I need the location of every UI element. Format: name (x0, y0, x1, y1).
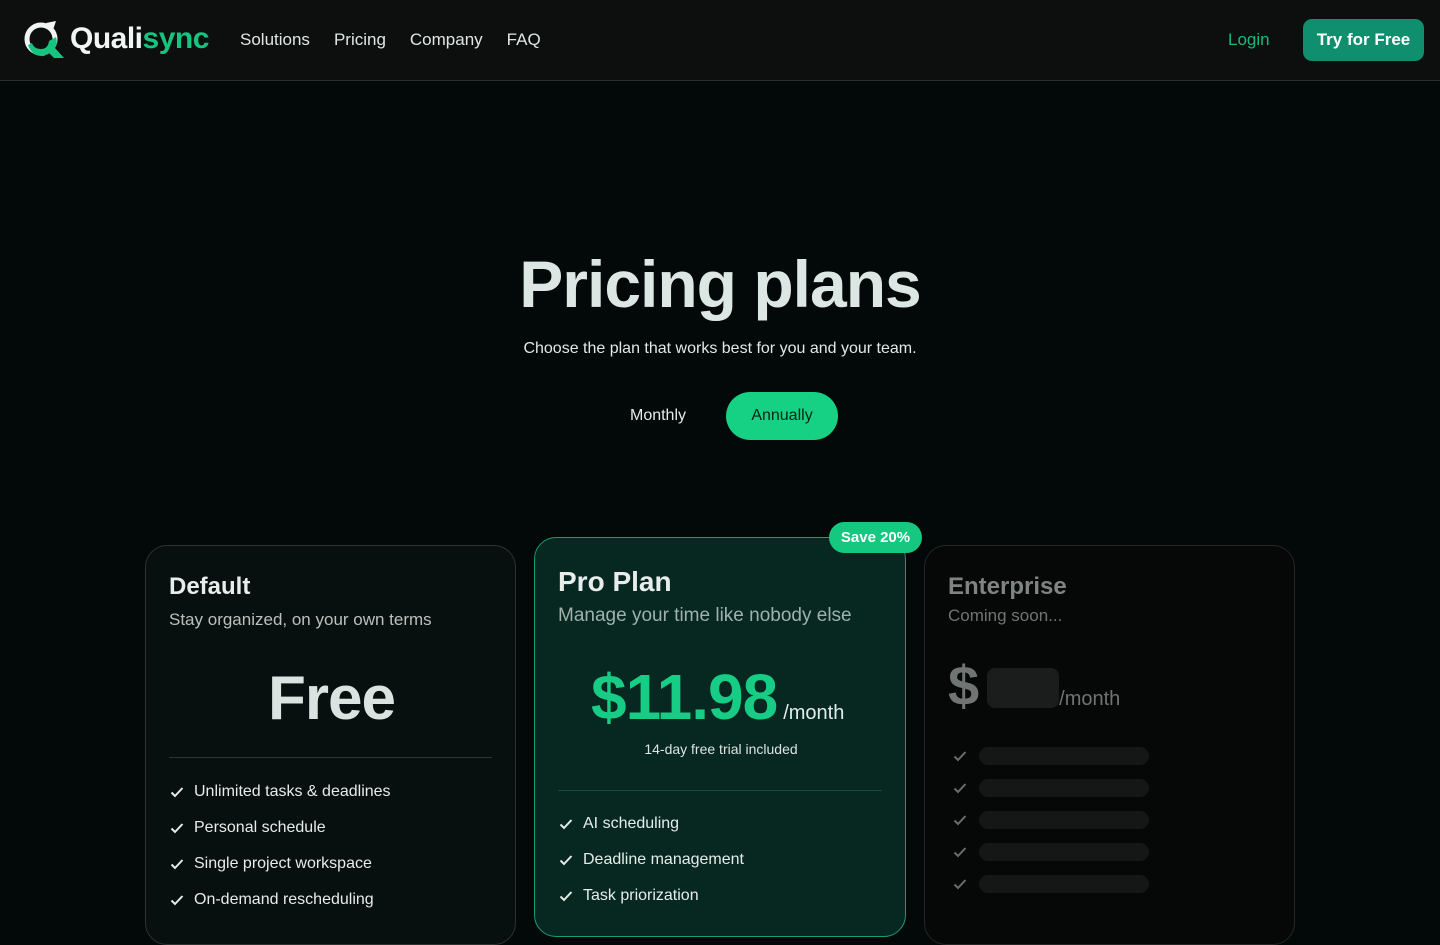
plan-description: Coming soon... (948, 606, 1063, 625)
check-icon (953, 783, 967, 794)
feature-label: Personal schedule (194, 819, 326, 836)
feature-label: On-demand rescheduling (194, 891, 374, 908)
price-period: /month (783, 702, 845, 724)
price-period: /month (1059, 688, 1121, 710)
brand-logo[interactable]: Qualisync (22, 19, 209, 59)
nav-item-company[interactable]: Company (410, 28, 483, 52)
check-icon (170, 859, 184, 870)
plan-card-default: Default Stay organized, on your own term… (145, 545, 516, 945)
feature-item: AI scheduling (559, 806, 744, 842)
divider (558, 790, 882, 791)
top-navigation-bar: Qualisync Solutions Pricing Company FAQ … (0, 0, 1440, 81)
feature-placeholder-item (953, 740, 1149, 772)
feature-placeholder-item (953, 772, 1149, 804)
trial-note: 14-day free trial included (644, 741, 798, 757)
login-link[interactable]: Login (1228, 28, 1270, 52)
brand-name-part1: Quali (70, 22, 143, 55)
billing-toggle-monthly[interactable]: Monthly (612, 393, 704, 439)
check-icon (953, 815, 967, 826)
feature-list-placeholder (953, 740, 1149, 900)
main-nav: Solutions Pricing Company FAQ (240, 28, 541, 52)
page-subtitle: Choose the plan that works best for you … (523, 340, 917, 357)
plan-price: Free (268, 664, 396, 733)
check-icon (170, 787, 184, 798)
feature-item: Personal schedule (170, 810, 391, 846)
check-icon (559, 855, 573, 866)
price-amount: $11.98 (591, 661, 778, 733)
skeleton-line (979, 843, 1149, 861)
skeleton-line (979, 875, 1149, 893)
divider (169, 757, 492, 758)
brand-name-part2: sync (142, 22, 210, 55)
billing-toggle-annually[interactable]: Annually (726, 392, 838, 440)
page-title: Pricing plans (519, 247, 921, 321)
check-icon (170, 895, 184, 906)
feature-item: Single project workspace (170, 846, 391, 882)
nav-item-faq[interactable]: FAQ (507, 28, 541, 52)
feature-placeholder-item (953, 868, 1149, 900)
plan-name: Default (169, 573, 251, 600)
feature-label: Task priorization (583, 887, 699, 904)
plan-description: Stay organized, on your own terms (169, 610, 432, 629)
check-icon (953, 879, 967, 890)
qualisync-logo-icon (24, 21, 64, 58)
feature-placeholder-item (953, 804, 1149, 836)
try-for-free-button[interactable]: Try for Free (1303, 19, 1424, 61)
plan-price: $11.98 /month (591, 662, 844, 732)
check-icon (953, 751, 967, 762)
feature-label: Unlimited tasks & deadlines (194, 783, 391, 800)
plan-card-pro: Pro Plan Manage your time like nobody el… (534, 537, 906, 937)
feature-list: AI scheduling Deadline management Task p… (559, 806, 744, 914)
feature-item: Task priorization (559, 878, 744, 914)
brand-name: Qualisync (70, 19, 209, 59)
skeleton-line (979, 779, 1149, 797)
plan-price: $ /month (948, 658, 1120, 714)
feature-placeholder-item (953, 836, 1149, 868)
check-icon (953, 847, 967, 858)
skeleton-line (979, 811, 1149, 829)
nav-item-solutions[interactable]: Solutions (240, 28, 310, 52)
feature-item: On-demand rescheduling (170, 882, 391, 918)
plan-name: Pro Plan (558, 566, 672, 597)
nav-item-pricing[interactable]: Pricing (334, 28, 386, 52)
plan-name: Enterprise (948, 573, 1067, 600)
feature-label: AI scheduling (583, 815, 680, 832)
feature-label: Single project workspace (194, 855, 372, 872)
skeleton-line (979, 747, 1149, 765)
plan-card-enterprise: Enterprise Coming soon... $ /month (924, 545, 1295, 945)
price-placeholder (987, 668, 1060, 708)
check-icon (559, 891, 573, 902)
feature-item: Unlimited tasks & deadlines (170, 774, 391, 810)
check-icon (170, 823, 184, 834)
feature-item: Deadline management (559, 842, 744, 878)
feature-label: Deadline management (583, 851, 744, 868)
check-icon (559, 819, 573, 830)
feature-list: Unlimited tasks & deadlines Personal sch… (170, 774, 391, 918)
save-badge: Save 20% (829, 522, 922, 553)
plan-description: Manage your time like nobody else (558, 605, 852, 626)
price-currency: $ (948, 654, 980, 717)
